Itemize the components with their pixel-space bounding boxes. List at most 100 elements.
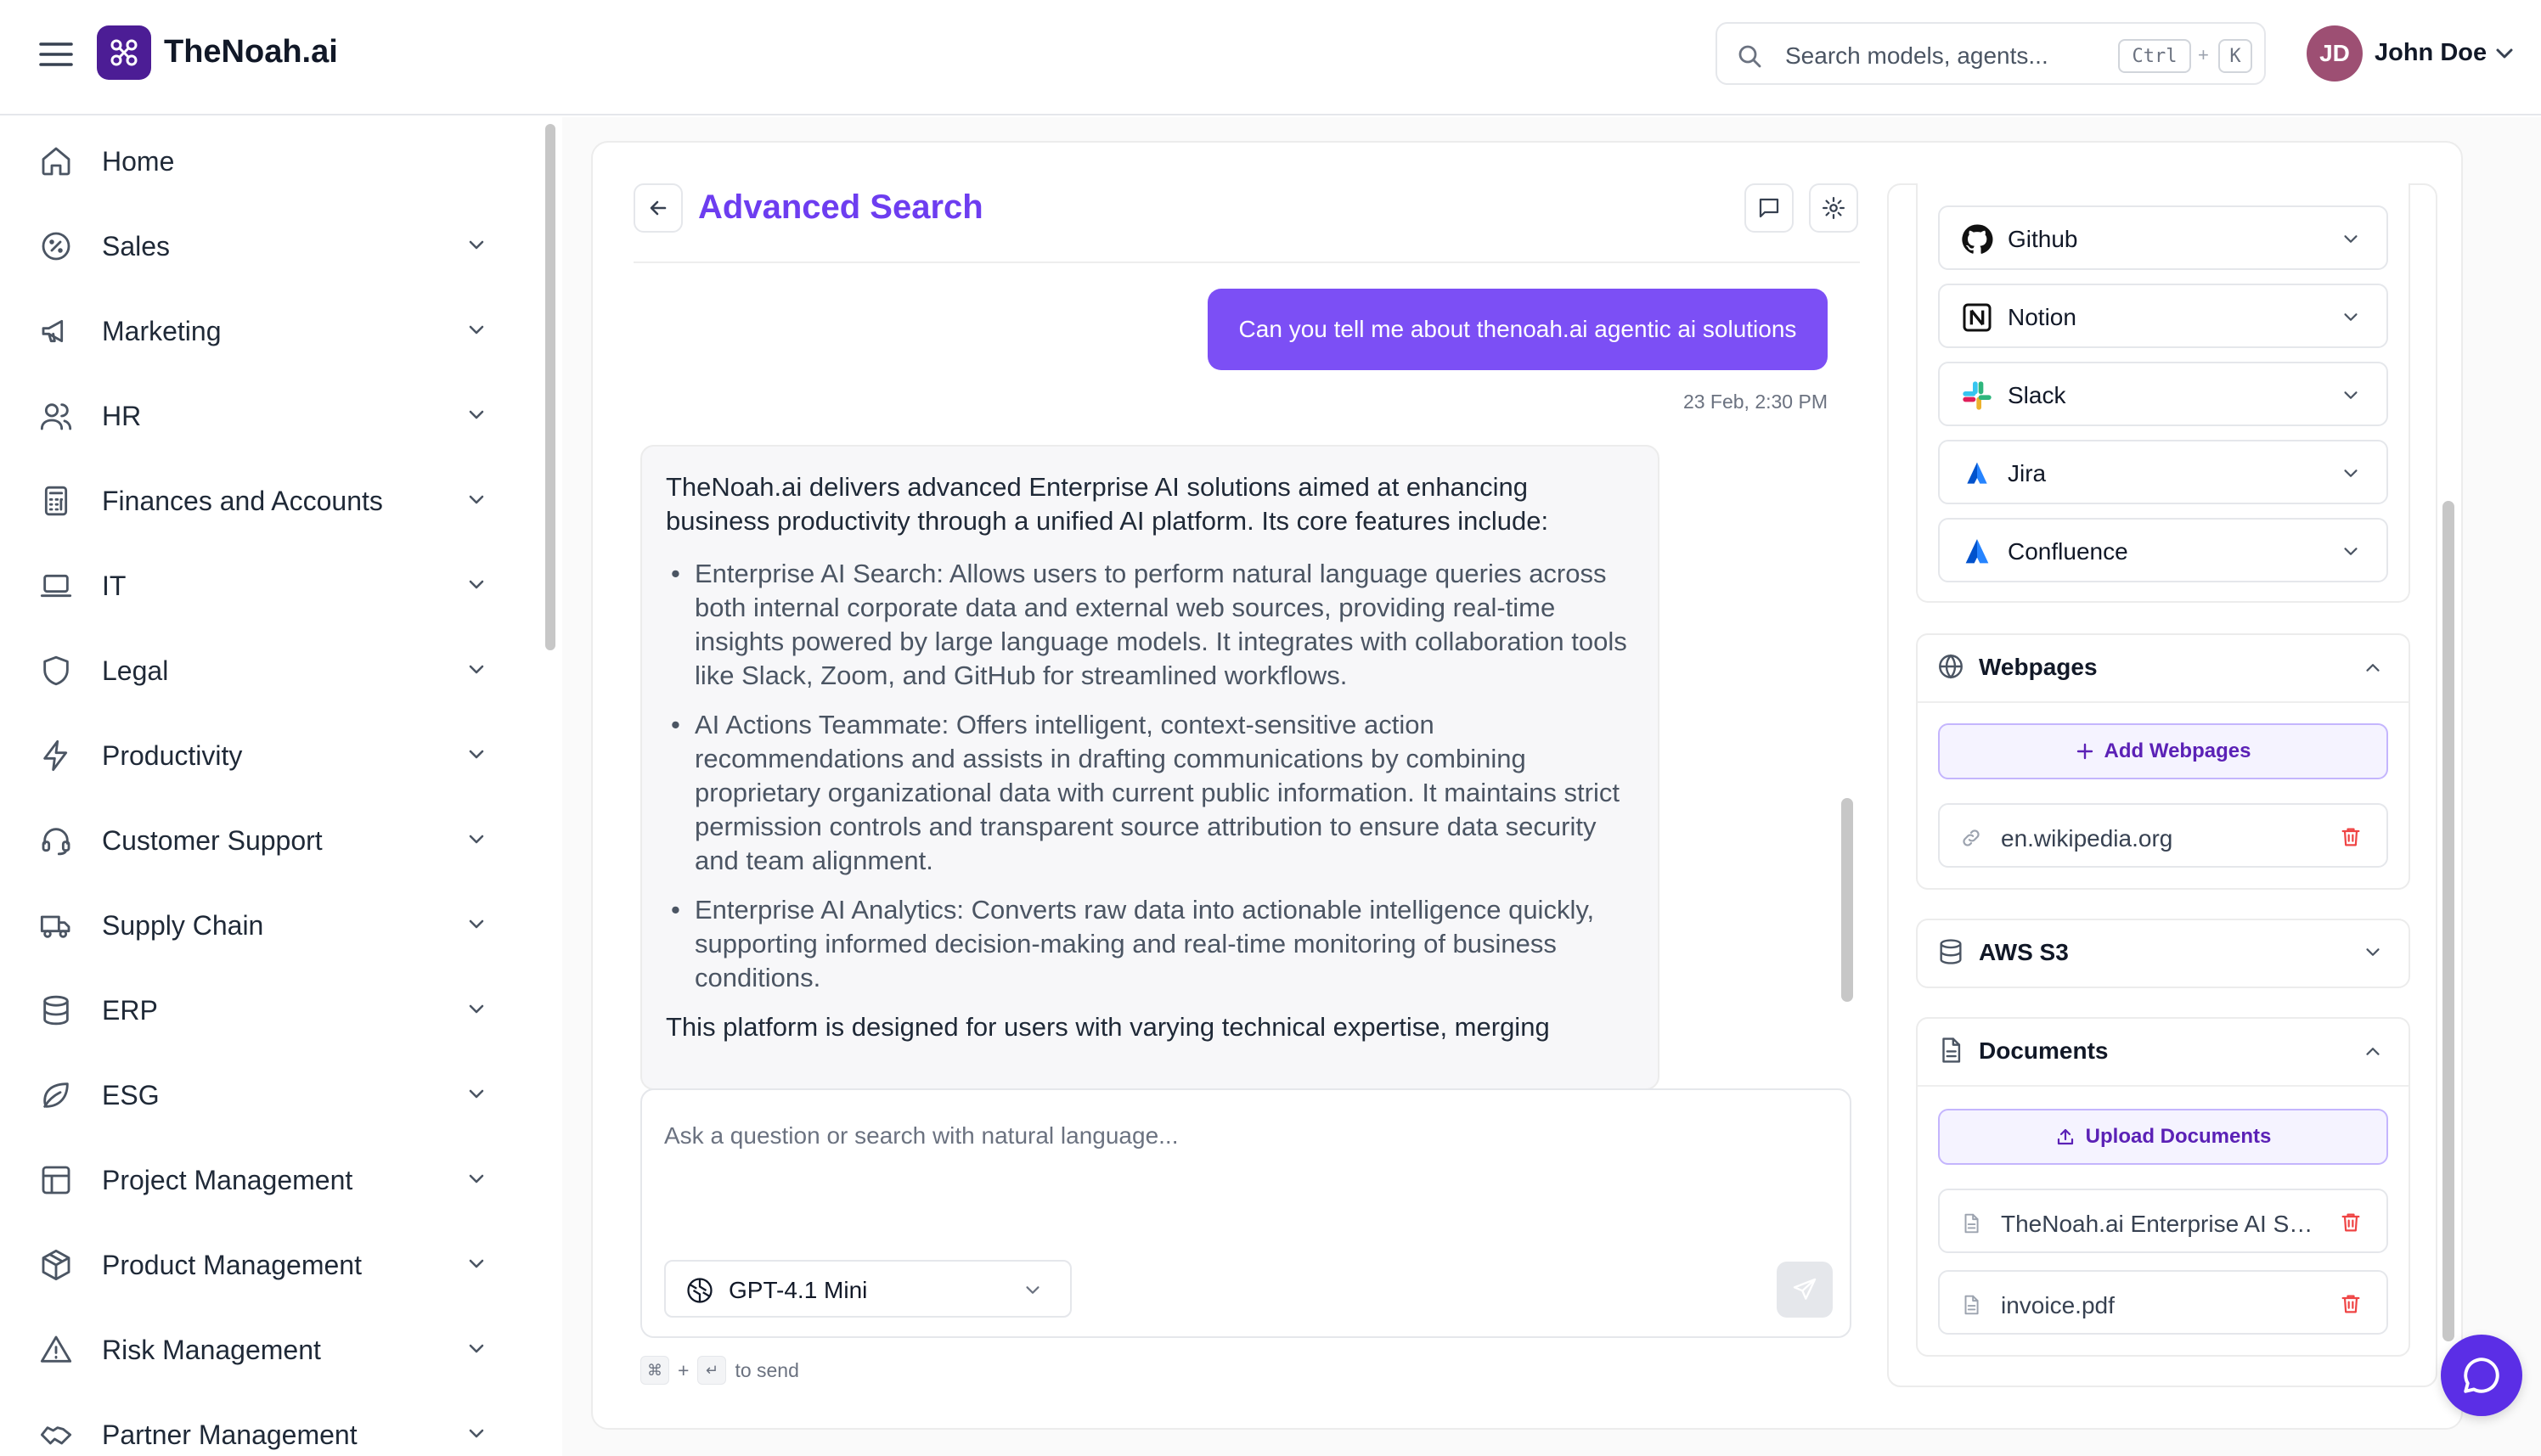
add-webpages-button[interactable]: Add Webpages bbox=[1938, 723, 2388, 779]
chevron-down-icon[interactable] bbox=[465, 319, 487, 341]
ai-response-list: Enterprise AI Search: Allows users to pe… bbox=[666, 557, 1634, 995]
sidebar-scrollbar[interactable] bbox=[544, 121, 557, 1456]
chevron-down-icon[interactable] bbox=[2341, 385, 2361, 406]
sidebar-item-risk-management[interactable]: Risk Management bbox=[0, 1311, 527, 1387]
chevron-down-icon[interactable] bbox=[2493, 42, 2516, 65]
chevron-down-icon[interactable] bbox=[2363, 942, 2383, 963]
sidebar-item-customer-support[interactable]: Customer Support bbox=[0, 801, 527, 878]
chevron-down-icon[interactable] bbox=[465, 1083, 487, 1105]
trash-icon[interactable] bbox=[2339, 1292, 2363, 1316]
chevron-down-icon[interactable] bbox=[465, 489, 487, 511]
badge-percent-icon bbox=[39, 229, 73, 263]
chevron-down-icon[interactable] bbox=[465, 659, 487, 681]
headset-icon bbox=[39, 824, 73, 857]
send-icon bbox=[1793, 1278, 1817, 1300]
integration-notion[interactable]: Notion bbox=[1938, 284, 2388, 348]
sidebar-item-marketing[interactable]: Marketing bbox=[0, 292, 527, 368]
menu-icon[interactable] bbox=[37, 37, 75, 71]
integration-slack[interactable]: Slack bbox=[1938, 362, 2388, 426]
sidebar-item-label: Project Management bbox=[102, 1165, 353, 1195]
aws-s3-header[interactable]: AWS S3 bbox=[1916, 919, 2410, 987]
global-search[interactable]: Search models, agents... Ctrl + K bbox=[1716, 22, 2266, 85]
sources-scrollbar[interactable] bbox=[2442, 501, 2454, 1341]
sidebar-item-finances[interactable]: Finances and Accounts bbox=[0, 462, 527, 538]
integration-label: Notion bbox=[2008, 304, 2076, 330]
upload-icon bbox=[2057, 1128, 2073, 1145]
document-row[interactable]: TheNoah.ai Enterprise AI Solutions.pdf bbox=[1938, 1189, 2388, 1253]
integration-confluence[interactable]: Confluence bbox=[1938, 518, 2388, 582]
chevron-down-icon[interactable] bbox=[2341, 229, 2361, 250]
sidebar-item-erp[interactable]: ERP bbox=[0, 971, 527, 1048]
chevron-down-icon[interactable] bbox=[2341, 542, 2361, 562]
chat-history-button[interactable] bbox=[1744, 183, 1794, 233]
aws-s3-title: AWS S3 bbox=[1979, 939, 2069, 965]
documents-header[interactable]: Documents bbox=[1916, 1017, 2410, 1085]
chevron-down-icon[interactable] bbox=[465, 1253, 487, 1275]
chevron-down-icon[interactable] bbox=[465, 404, 487, 426]
document-row[interactable]: invoice.pdf bbox=[1938, 1270, 2388, 1335]
trash-icon[interactable] bbox=[2339, 825, 2363, 849]
sidebar-item-legal[interactable]: Legal bbox=[0, 632, 527, 708]
chevron-down-icon[interactable] bbox=[465, 914, 487, 936]
model-select-value: GPT-4.1 Mini bbox=[729, 1277, 868, 1303]
documents-title: Documents bbox=[1979, 1037, 2109, 1064]
search-input[interactable]: Search models, agents... bbox=[1785, 42, 2048, 70]
chevron-down-icon[interactable] bbox=[465, 234, 487, 256]
chevron-down-icon[interactable] bbox=[465, 829, 487, 851]
sidebar-item-hr[interactable]: HR bbox=[0, 377, 527, 453]
integration-label: Confluence bbox=[2008, 538, 2128, 565]
chevron-down-icon bbox=[1023, 1280, 1043, 1301]
back-button[interactable] bbox=[634, 183, 683, 233]
sidebar-item-label: HR bbox=[102, 401, 142, 431]
chevron-down-icon[interactable] bbox=[465, 1168, 487, 1190]
chevron-up-icon[interactable] bbox=[2363, 1041, 2383, 1061]
chevron-down-icon[interactable] bbox=[465, 1423, 487, 1445]
sidebar-item-label: Supply Chain bbox=[102, 910, 264, 941]
chevron-up-icon[interactable] bbox=[2363, 657, 2383, 677]
sidebar-item-sales[interactable]: Sales bbox=[0, 207, 527, 284]
handshake-icon bbox=[39, 1418, 73, 1452]
send-button[interactable] bbox=[1777, 1262, 1833, 1318]
list-item: Enterprise AI Analytics: Converts raw da… bbox=[666, 893, 1634, 995]
section-divider bbox=[1918, 701, 2409, 703]
model-select[interactable]: GPT-4.1 Mini bbox=[664, 1260, 1072, 1318]
message-composer[interactable]: Ask a question or search with natural la… bbox=[640, 1088, 1851, 1338]
chevron-down-icon[interactable] bbox=[2341, 464, 2361, 484]
support-chat-button[interactable] bbox=[2441, 1335, 2522, 1416]
sidebar-item-esg[interactable]: ESG bbox=[0, 1056, 527, 1133]
chevron-down-icon[interactable] bbox=[465, 744, 487, 766]
brand-name[interactable]: TheNoah.ai bbox=[164, 34, 338, 70]
sidebar-item-it[interactable]: IT bbox=[0, 547, 527, 623]
kbd-ctrl: Ctrl bbox=[2118, 39, 2191, 73]
trash-icon[interactable] bbox=[2339, 1211, 2363, 1234]
upload-documents-button[interactable]: Upload Documents bbox=[1938, 1109, 2388, 1165]
chevron-down-icon[interactable] bbox=[465, 998, 487, 1020]
integration-jira[interactable]: Jira bbox=[1938, 440, 2388, 504]
sidebar-item-productivity[interactable]: Productivity bbox=[0, 717, 527, 793]
github-icon bbox=[1960, 222, 1994, 256]
database-icon bbox=[39, 993, 73, 1027]
sidebar-item-project-management[interactable]: Project Management bbox=[0, 1141, 527, 1217]
chevron-down-icon[interactable] bbox=[465, 574, 487, 596]
message-input[interactable]: Ask a question or search with natural la… bbox=[664, 1122, 1178, 1150]
page-title: Advanced Search bbox=[698, 188, 983, 226]
brand-logo-icon[interactable] bbox=[97, 25, 151, 80]
integration-label: Slack bbox=[2008, 382, 2066, 408]
avatar[interactable]: JD bbox=[2307, 25, 2363, 82]
document-name: invoice.pdf bbox=[2001, 1292, 2115, 1318]
integration-github[interactable]: Github bbox=[1938, 205, 2388, 270]
sidebar: Home Sales Marketing HR Finances and Acc… bbox=[0, 117, 540, 1456]
scrollbar-thumb[interactable] bbox=[545, 124, 555, 650]
sidebar-item-home[interactable]: Home bbox=[0, 122, 527, 199]
chevron-down-icon[interactable] bbox=[2341, 307, 2361, 328]
sidebar-item-partner-management[interactable]: Partner Management bbox=[0, 1396, 527, 1456]
webpage-row[interactable]: en.wikipedia.org bbox=[1938, 803, 2388, 868]
settings-button[interactable] bbox=[1809, 183, 1858, 233]
chat-scrollbar[interactable] bbox=[1841, 798, 1853, 1002]
sidebar-item-product-management[interactable]: Product Management bbox=[0, 1226, 527, 1302]
sidebar-item-supply-chain[interactable]: Supply Chain bbox=[0, 886, 527, 963]
jira-icon bbox=[1960, 457, 1994, 491]
user-name[interactable]: John Doe bbox=[2375, 39, 2487, 67]
webpages-header[interactable]: Webpages bbox=[1916, 633, 2410, 701]
chevron-down-icon[interactable] bbox=[465, 1338, 487, 1360]
